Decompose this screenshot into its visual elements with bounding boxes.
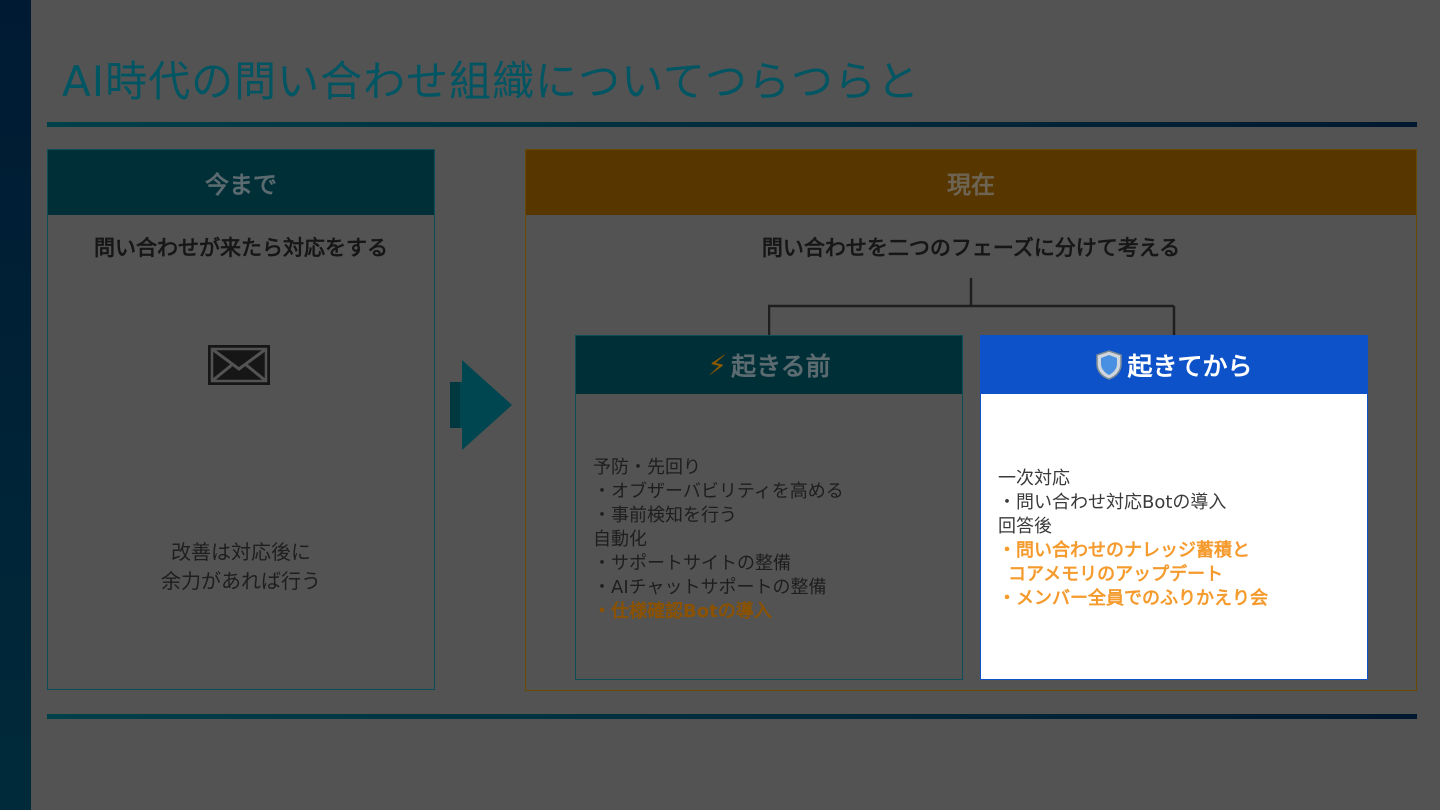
- bottom-divider: [47, 714, 1417, 719]
- side-accent-bar: [0, 0, 31, 810]
- current-panel-header: 現在: [526, 150, 1416, 215]
- phase-connector-lines: [768, 278, 1176, 336]
- phase-after-list: 一次対応 ・問い合わせ対応Botの導入 回答後 ・問い合わせのナレッジ蓄積と コ…: [998, 467, 1268, 611]
- transition-arrow-icon: [450, 360, 512, 450]
- phase-before-box: ⚡ 起きる前 予防・先回り ・オブザーバビリティを高める ・事前検知を行う 自動…: [575, 335, 963, 680]
- phase-before-header: ⚡ 起きる前: [576, 336, 962, 394]
- list-item: ・AIチャットサポートの整備: [593, 577, 827, 598]
- phase-before-list: 予防・先回り ・オブザーバビリティを高める ・事前検知を行う 自動化 ・サポート…: [593, 456, 844, 624]
- list-item: ・問い合わせ対応Botの導入: [998, 492, 1227, 513]
- envelope-icon: [208, 345, 270, 385]
- lightning-icon: ⚡: [707, 348, 728, 382]
- shield-icon: [1096, 350, 1123, 380]
- list-item: 回答後: [998, 516, 1052, 537]
- list-item: ・オブザーバビリティを高める: [593, 481, 844, 502]
- list-item-highlight: ・問い合わせのナレッジ蓄積と: [998, 540, 1250, 561]
- page-title: AI時代の問い合わせ組織についてつらつらと: [62, 57, 921, 106]
- list-item-highlight: ・仕様確認Botの導入: [593, 601, 772, 622]
- list-item: ・事前検知を行う: [593, 505, 737, 526]
- list-item: 一次対応: [998, 468, 1070, 489]
- top-divider: [47, 122, 1417, 127]
- improvement-note: 改善は対応後に 余力があれば行う: [161, 540, 321, 593]
- list-item-highlight: コアメモリのアップデート: [1008, 564, 1224, 585]
- before-panel-subtitle: 問い合わせが来たら対応をする: [94, 236, 388, 260]
- current-panel-subtitle: 問い合わせを二つのフェーズに分けて考える: [761, 236, 1181, 260]
- phase-after-box: 起きてから 一次対応 ・問い合わせ対応Botの導入 回答後 ・問い合わせのナレッ…: [980, 335, 1368, 680]
- phase-before-label: 起きる前: [731, 352, 831, 381]
- list-item: 予防・先回り: [593, 457, 701, 478]
- phase-after-label: 起きてから: [1127, 352, 1253, 381]
- before-panel: 今まで 問い合わせが来たら対応をする 改善は対応後に 余力があれば行う: [47, 149, 435, 690]
- list-item: ・サポートサイトの整備: [593, 553, 791, 574]
- phase-after-header: 起きてから: [981, 336, 1367, 394]
- before-panel-header: 今まで: [48, 150, 434, 215]
- list-item-highlight: ・メンバー全員でのふりかえり会: [998, 588, 1268, 609]
- list-item: 自動化: [593, 529, 647, 550]
